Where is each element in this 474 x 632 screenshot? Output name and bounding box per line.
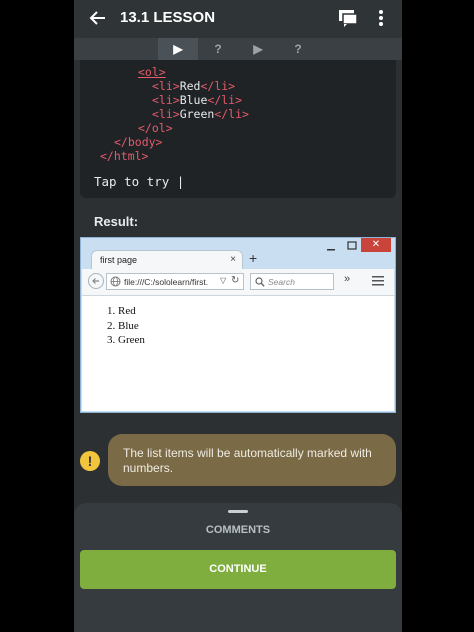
step-4[interactable]: ? xyxy=(278,38,318,60)
browser-preview: ✕ first page × + file:///C:/sololearn/fi… xyxy=(80,237,396,413)
code-line: </body> xyxy=(114,135,163,149)
step-1[interactable]: ▶ xyxy=(158,38,198,60)
maximize-icon xyxy=(347,241,357,250)
browser-navbar: file:///C:/sololearn/first. ▽ ↻ Search » xyxy=(82,269,394,296)
tip-bubble: The list items will be automatically mar… xyxy=(108,434,396,486)
search-placeholder: Search xyxy=(268,277,295,287)
browser-back-icon xyxy=(88,273,104,289)
code-line: <ol> xyxy=(138,65,166,79)
continue-button[interactable]: CONTINUE xyxy=(80,550,396,589)
new-tab-icon: + xyxy=(249,250,258,266)
minimize-icon xyxy=(327,249,335,251)
result-label: Result: xyxy=(94,214,139,229)
reload-icon: ↻ xyxy=(231,275,240,286)
overflow-chevron-icon: » xyxy=(344,273,351,285)
comments-icon[interactable] xyxy=(338,8,358,28)
list-item: Red xyxy=(118,304,145,319)
top-bar: 13.1 LESSON xyxy=(74,0,402,38)
bottom-sheet: COMMENTS CONTINUE xyxy=(74,503,402,632)
code-line: <li>Blue</li> xyxy=(152,93,243,107)
tap-to-try-prompt[interactable]: Tap to try | xyxy=(94,174,184,189)
more-vert-icon[interactable] xyxy=(377,8,385,28)
list-item: Blue xyxy=(118,319,145,334)
step-3[interactable]: ▶ xyxy=(238,38,278,60)
rendered-ordered-list: Red Blue Green xyxy=(82,304,145,348)
browser-search-box: Search xyxy=(250,273,334,290)
tip-text: The list items will be automatically mar… xyxy=(123,446,372,475)
code-line: </html> xyxy=(100,149,149,163)
window-close-icon: ✕ xyxy=(361,238,391,252)
info-warning-icon: ! xyxy=(80,451,100,471)
code-line: <li>Red</li> xyxy=(152,79,236,93)
step-2[interactable]: ? xyxy=(198,38,238,60)
comments-button[interactable]: COMMENTS xyxy=(74,524,402,536)
list-item: Green xyxy=(118,333,145,348)
globe-icon xyxy=(110,276,121,287)
url-dropdown-icon: ▽ xyxy=(220,276,227,285)
tab-close-icon: × xyxy=(230,254,236,265)
hamburger-menu-icon xyxy=(372,276,384,286)
page-title: 13.1 LESSON xyxy=(120,9,216,26)
code-line: </ol> xyxy=(138,121,173,135)
browser-page: Red Blue Green xyxy=(82,296,394,411)
code-editor[interactable]: <ol> <li>Red</li> <li>Blue</li> <li>Gree… xyxy=(80,60,396,198)
drag-handle[interactable] xyxy=(228,510,248,513)
lesson-steps: ▶ ? ▶ ? xyxy=(74,38,402,60)
code-line: <li>Green</li> xyxy=(152,107,249,121)
url-bar: file:///C:/sololearn/first. ▽ ↻ xyxy=(106,273,244,290)
tab-title: first page xyxy=(100,255,138,265)
browser-tab: first page × xyxy=(91,250,243,270)
back-arrow-icon[interactable] xyxy=(88,8,108,28)
search-icon xyxy=(255,277,265,287)
url-text: file:///C:/sololearn/first. xyxy=(124,277,209,287)
lesson-screen: 13.1 LESSON ▶ ? ▶ ? <ol> <li>Red</li> <l… xyxy=(74,0,402,632)
